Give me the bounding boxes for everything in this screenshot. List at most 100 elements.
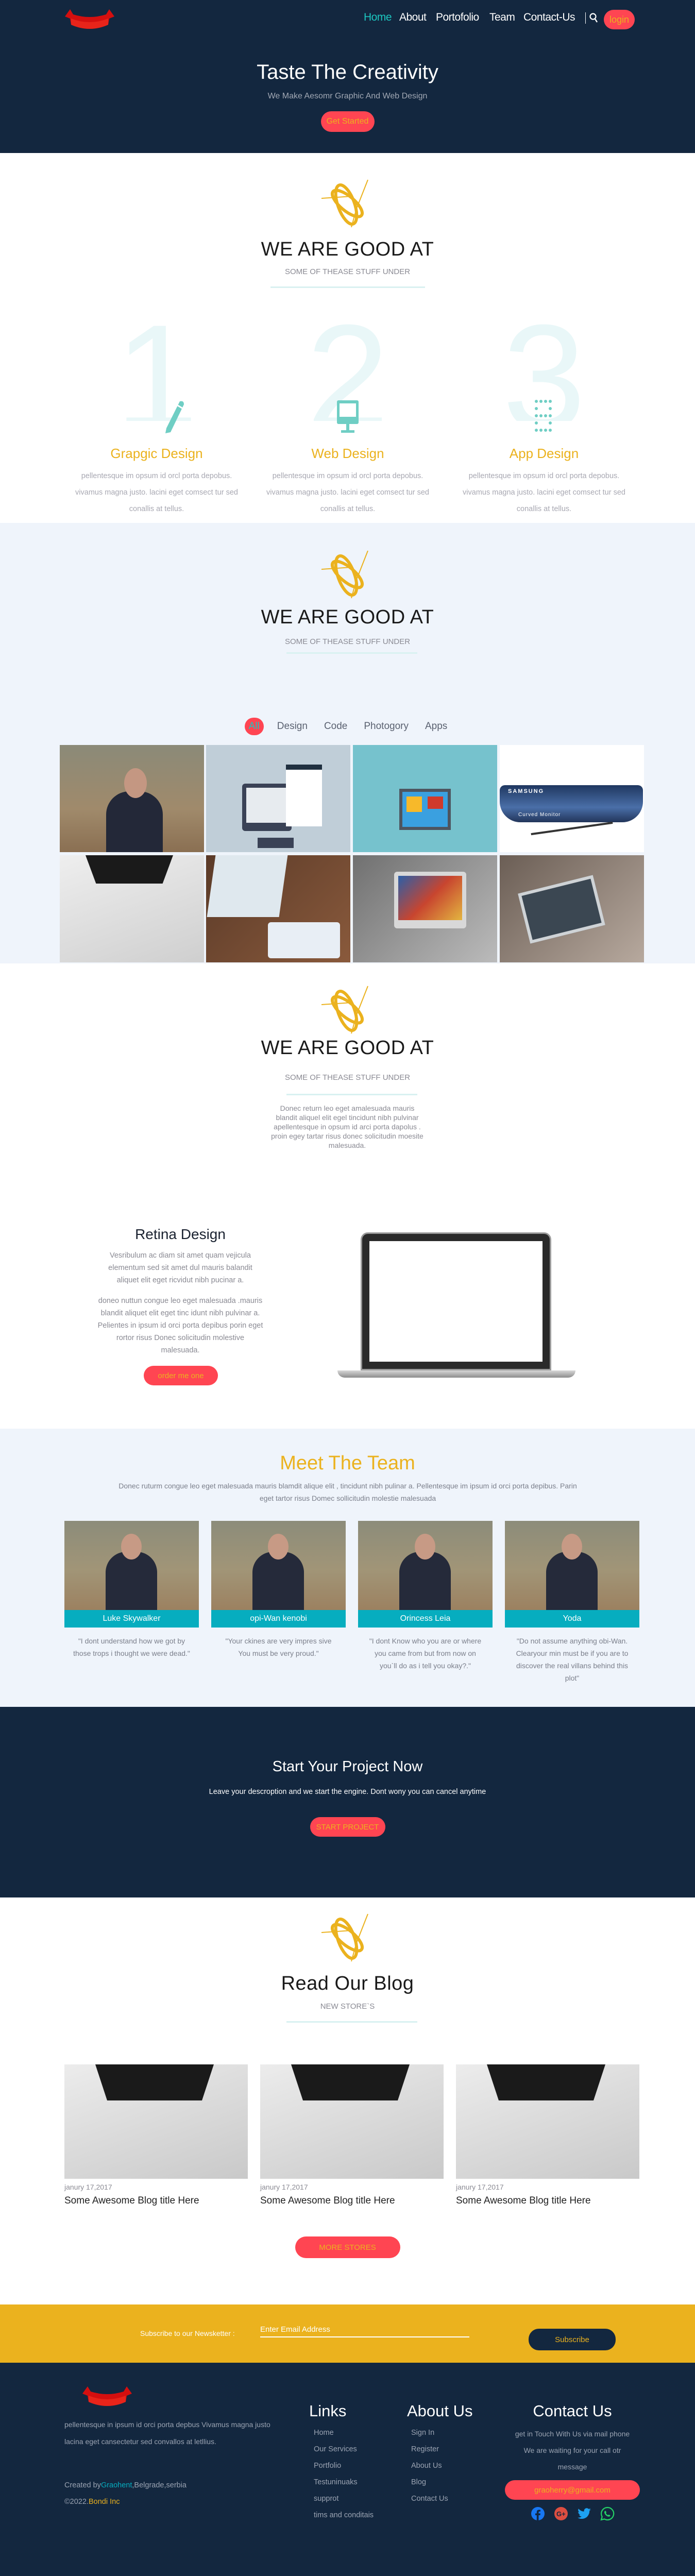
portfolio-item-portrait[interactable] — [60, 745, 204, 852]
project-title: Start Your Project Now — [272, 1758, 423, 1775]
section-divider — [286, 652, 417, 654]
blog-post[interactable]: janury 17,2017 Some Awesome Blog title He… — [456, 2064, 639, 2207]
blog-subtitle: NEW STORE`S — [320, 2002, 375, 2011]
tab-apps[interactable]: Apps — [422, 718, 450, 735]
nav-divider — [585, 12, 586, 24]
google-plus-icon[interactable]: G+ — [554, 2506, 568, 2521]
about-section: WE ARE GOOD AT SOME OF THEASE STUFF UNDE… — [0, 963, 695, 1429]
hero-title: Taste The Creativity — [257, 61, 438, 83]
footer-credits: Created byGraohent,Belgrade,serbia — [64, 2481, 187, 2489]
about-heading: About Us — [407, 2402, 473, 2420]
brand-logo[interactable] — [63, 7, 116, 33]
star-logo-icon — [320, 178, 374, 229]
nav-portfolio[interactable]: Portofolio — [436, 11, 479, 24]
login-button[interactable]: login — [604, 10, 635, 29]
section-title: WE ARE GOOD AT — [261, 239, 434, 260]
footer-link-about[interactable]: About Us — [411, 2462, 442, 2470]
laptop-base — [337, 1370, 575, 1378]
blog-post[interactable]: janury 17,2017 Some Awesome Blog title He… — [260, 2064, 444, 2207]
team-section: Meet The Team Donec ruturm congue leo eg… — [0, 1429, 695, 1707]
tab-photography[interactable]: Photogory — [361, 718, 412, 735]
subscribe-button[interactable]: Subscribe — [529, 2329, 616, 2350]
blog-post-title[interactable]: Some Awesome Blog title Here — [456, 2195, 639, 2207]
tab-design[interactable]: Design — [274, 718, 311, 735]
search-icon[interactable] — [589, 12, 598, 24]
footer-link-blog[interactable]: Blog — [411, 2478, 426, 2486]
service-title: App Design — [509, 446, 579, 461]
credits-suffix: ,Belgrade,serbia — [132, 2481, 187, 2489]
footer-link-register[interactable]: Register — [411, 2445, 439, 2453]
contact-line-3: message — [557, 2463, 587, 2471]
whatsapp-icon[interactable] — [600, 2506, 615, 2521]
service-number: 1 — [115, 302, 198, 421]
service-graphic-design: 1 Grapgic Design pellentesque im opsum i… — [72, 302, 242, 517]
portfolio-item-laptop-tablet[interactable] — [206, 855, 350, 962]
portfolio-item-computer-illustration[interactable] — [206, 745, 350, 852]
start-project-button[interactable]: START PROJECT — [310, 1817, 385, 1837]
blog-post-image — [456, 2064, 639, 2179]
member-name: Orincess Leia — [358, 1610, 493, 1628]
newsletter-section: Subscribe to our Newsketter : Subscribe — [0, 2304, 695, 2363]
footer-link-home[interactable]: Home — [314, 2429, 334, 2437]
facebook-icon[interactable] — [531, 2506, 545, 2521]
tab-all[interactable]: All — [244, 718, 264, 735]
pencil-icon — [165, 401, 184, 433]
team-card: Orincess Leia "I dont Know who you are or… — [358, 1521, 493, 1672]
blog-post-image — [260, 2064, 444, 2179]
blog-title: Read Our Blog — [281, 1973, 414, 1994]
member-name: opi-Wan kenobi — [211, 1610, 346, 1628]
twitter-icon[interactable] — [577, 2506, 591, 2521]
footer-link-portfolio[interactable]: Portfolio — [314, 2462, 341, 2470]
monitor-brand: SAMSUNG — [508, 788, 545, 794]
footer-link-contact[interactable]: Contact Us — [411, 2495, 448, 2503]
blog-post-title[interactable]: Some Awesome Blog title Here — [64, 2195, 248, 2207]
more-stories-button[interactable]: MORE STORES — [295, 2236, 400, 2258]
member-quote: "I dont understand how we got by those t… — [73, 1637, 190, 1657]
hero-section: Home About Portofolio Team Contact-Us lo… — [0, 0, 695, 153]
section-divider — [270, 286, 425, 288]
member-quote: "I dont Know who you are or where you ca… — [369, 1637, 482, 1670]
get-started-button[interactable]: Get Started — [320, 111, 375, 132]
services-section: WE ARE GOOD AT SOME OF THEASE STUFF UNDE… — [0, 153, 695, 523]
footer-link-terms[interactable]: tims and conditais — [314, 2511, 374, 2519]
portfolio-item-curved-monitor[interactable]: SAMSUNG Curved Monitor — [500, 745, 644, 852]
newsletter-email-input[interactable] — [260, 2322, 469, 2337]
footer-link-services[interactable]: Our Services — [314, 2445, 357, 2453]
member-name: Yoda — [505, 1610, 639, 1628]
section-title: WE ARE GOOD AT — [261, 606, 434, 628]
member-photo — [505, 1521, 639, 1610]
section-divider — [286, 1094, 417, 1095]
star-logo-icon — [320, 984, 374, 1036]
order-button[interactable]: order me one — [144, 1366, 218, 1385]
tab-code[interactable]: Code — [321, 718, 350, 735]
footer-logo[interactable] — [69, 2384, 146, 2410]
nav-team[interactable]: Team — [489, 11, 515, 24]
creator-link[interactable]: Graohent — [101, 2481, 132, 2489]
portfolio-item-laptop-typing[interactable] — [500, 855, 644, 962]
footer-link-sign-in[interactable]: Sign In — [411, 2429, 434, 2437]
nav-contact[interactable]: Contact-Us — [523, 11, 575, 24]
team-card: Luke Skywalker "I dont understand how we … — [64, 1521, 199, 1659]
section-divider — [286, 2021, 417, 2023]
portfolio-item-desk-top-view[interactable] — [60, 855, 204, 962]
blog-post-title[interactable]: Some Awesome Blog title Here — [260, 2195, 444, 2207]
svg-text:G+: G+ — [556, 2510, 566, 2518]
footer-link-testimonials[interactable]: Testuninuaks — [314, 2478, 358, 2486]
portfolio-item-imac-user[interactable] — [353, 855, 497, 962]
nav-about[interactable]: About — [399, 11, 427, 24]
nav-home[interactable]: Home — [364, 11, 392, 24]
contact-line-2: We are waiting for your call otr — [523, 2446, 621, 2454]
portfolio-item-web-illustration[interactable] — [353, 745, 497, 852]
team-card: Yoda "Do not assume anything obi-Wan. Cle… — [505, 1521, 639, 1684]
section-title: WE ARE GOOD AT — [261, 1037, 434, 1059]
member-quote: "Your ckines are very impres sive You mu… — [225, 1637, 332, 1657]
section-subtitle: SOME OF THEASE STUFF UNDER — [284, 1073, 411, 1082]
portfolio-filter-tabs: All Design Code Photogory Apps — [0, 718, 695, 735]
project-text: Leave your descroption and we start the … — [209, 1788, 486, 1796]
contact-heading: Contact Us — [533, 2402, 612, 2420]
blog-post[interactable]: janury 17,2017 Some Awesome Blog title He… — [64, 2064, 248, 2207]
footer-link-support[interactable]: supprot — [314, 2495, 338, 2503]
member-photo — [358, 1521, 493, 1610]
contact-email-button[interactable]: graoherry@gmail.com — [505, 2480, 640, 2500]
feature-paragraph-1: Vesribulum ac diam sit amet quam vejicul… — [108, 1251, 252, 1284]
